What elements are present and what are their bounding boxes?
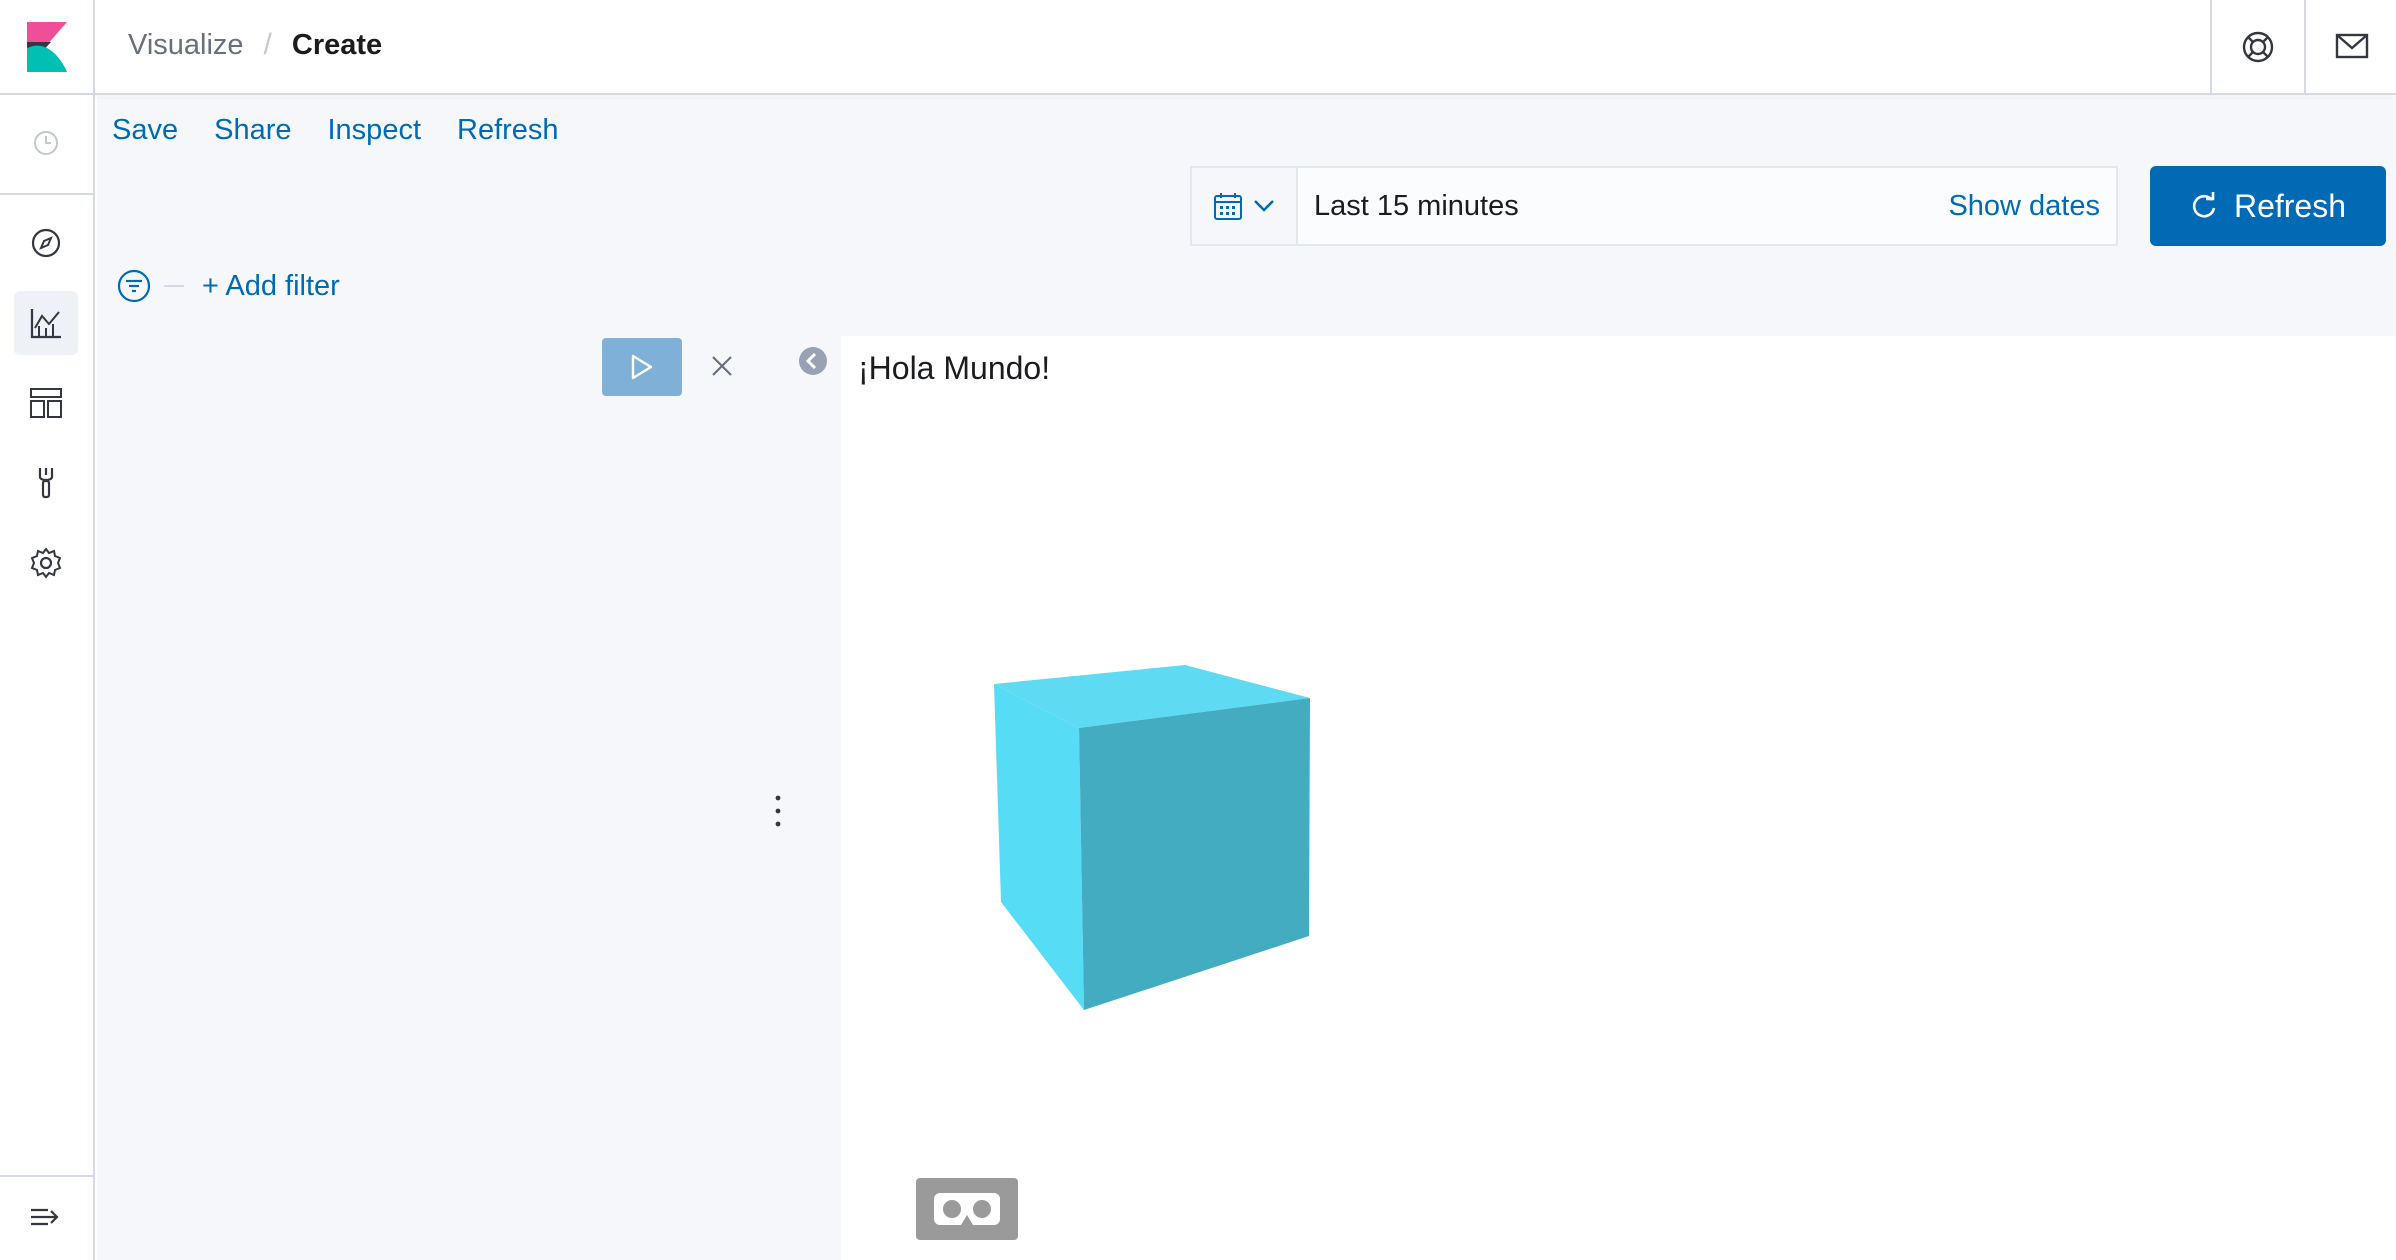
clock-icon [34,131,58,155]
quick-select-button[interactable] [1192,168,1298,244]
vr-mode-button[interactable] [916,1178,1018,1240]
mail-icon [2335,33,2369,58]
gear-icon [30,547,62,579]
compass-icon [31,228,61,258]
filter-icon[interactable] [116,268,152,304]
collapse-nav-button[interactable] [28,1200,68,1240]
sidebar-item-visualize[interactable] [14,291,78,355]
share-link[interactable]: Share [214,114,291,147]
breadcrumb-separator: / [263,28,272,61]
filter-bar: + Add filter [116,268,340,304]
sidebar-item-dev-tools[interactable] [14,451,78,515]
chevron-down-icon [1254,200,1274,212]
sidebar-item-discover[interactable] [14,211,78,275]
apply-changes-button[interactable] [602,338,682,396]
show-dates-link[interactable]: Show dates [1948,190,2116,223]
sidebar-item-recently-viewed[interactable] [14,111,78,175]
refresh-link[interactable]: Refresh [457,114,559,147]
help-lifebuoy-icon [2242,31,2274,62]
play-icon [631,354,653,380]
breadcrumb: Visualize / Create [128,28,382,62]
add-filter-button[interactable]: + Add filter [202,270,340,303]
app-header: Visualize / Create [0,0,2396,95]
discard-button[interactable] [704,348,740,384]
sidenav-divider [0,193,95,195]
chevron-left-circle-icon [799,347,827,375]
side-navigation [0,95,95,1260]
visualization-text: ¡Hola Mundo! [858,350,1051,386]
sidebar-item-dashboard[interactable] [14,371,78,435]
refresh-button-label: Refresh [2233,187,2347,224]
resize-handle-icon[interactable] [773,794,783,833]
breadcrumb-create: Create [291,28,383,61]
calendar-icon [1214,193,1242,220]
breadcrumb-visualize[interactable]: Visualize [128,29,244,62]
kibana-logo[interactable] [0,0,95,93]
3d-cube[interactable] [980,650,1330,1030]
close-icon [712,356,732,376]
refresh-icon [2192,192,2216,218]
dashboard-icon [30,388,62,418]
save-link[interactable]: Save [112,114,178,147]
vr-headset-icon [934,1193,1000,1225]
wrench-icon [38,468,54,499]
top-nav-menu: Save Share Inspect Refresh [112,114,559,147]
cube-right-face [1079,698,1310,1010]
date-picker: Last 15 minutes Show dates [1190,166,2118,246]
sidenav-divider [0,1175,95,1177]
newsfeed-button[interactable] [2304,0,2396,93]
sidebar-item-management[interactable] [14,531,78,595]
menu-collapse-icon [31,1208,59,1226]
filter-divider [164,285,184,287]
date-range-label[interactable]: Last 15 minutes [1298,190,1948,223]
inspect-link[interactable]: Inspect [328,114,422,147]
refresh-button[interactable]: Refresh [2150,166,2386,246]
collapse-sidebar-button[interactable] [798,346,830,378]
visualize-chart-icon [30,309,61,339]
cube-left-face [994,684,1084,1010]
editor-panel [97,336,761,1260]
help-button[interactable] [2210,0,2304,93]
kibana-logo-icon [26,21,67,72]
